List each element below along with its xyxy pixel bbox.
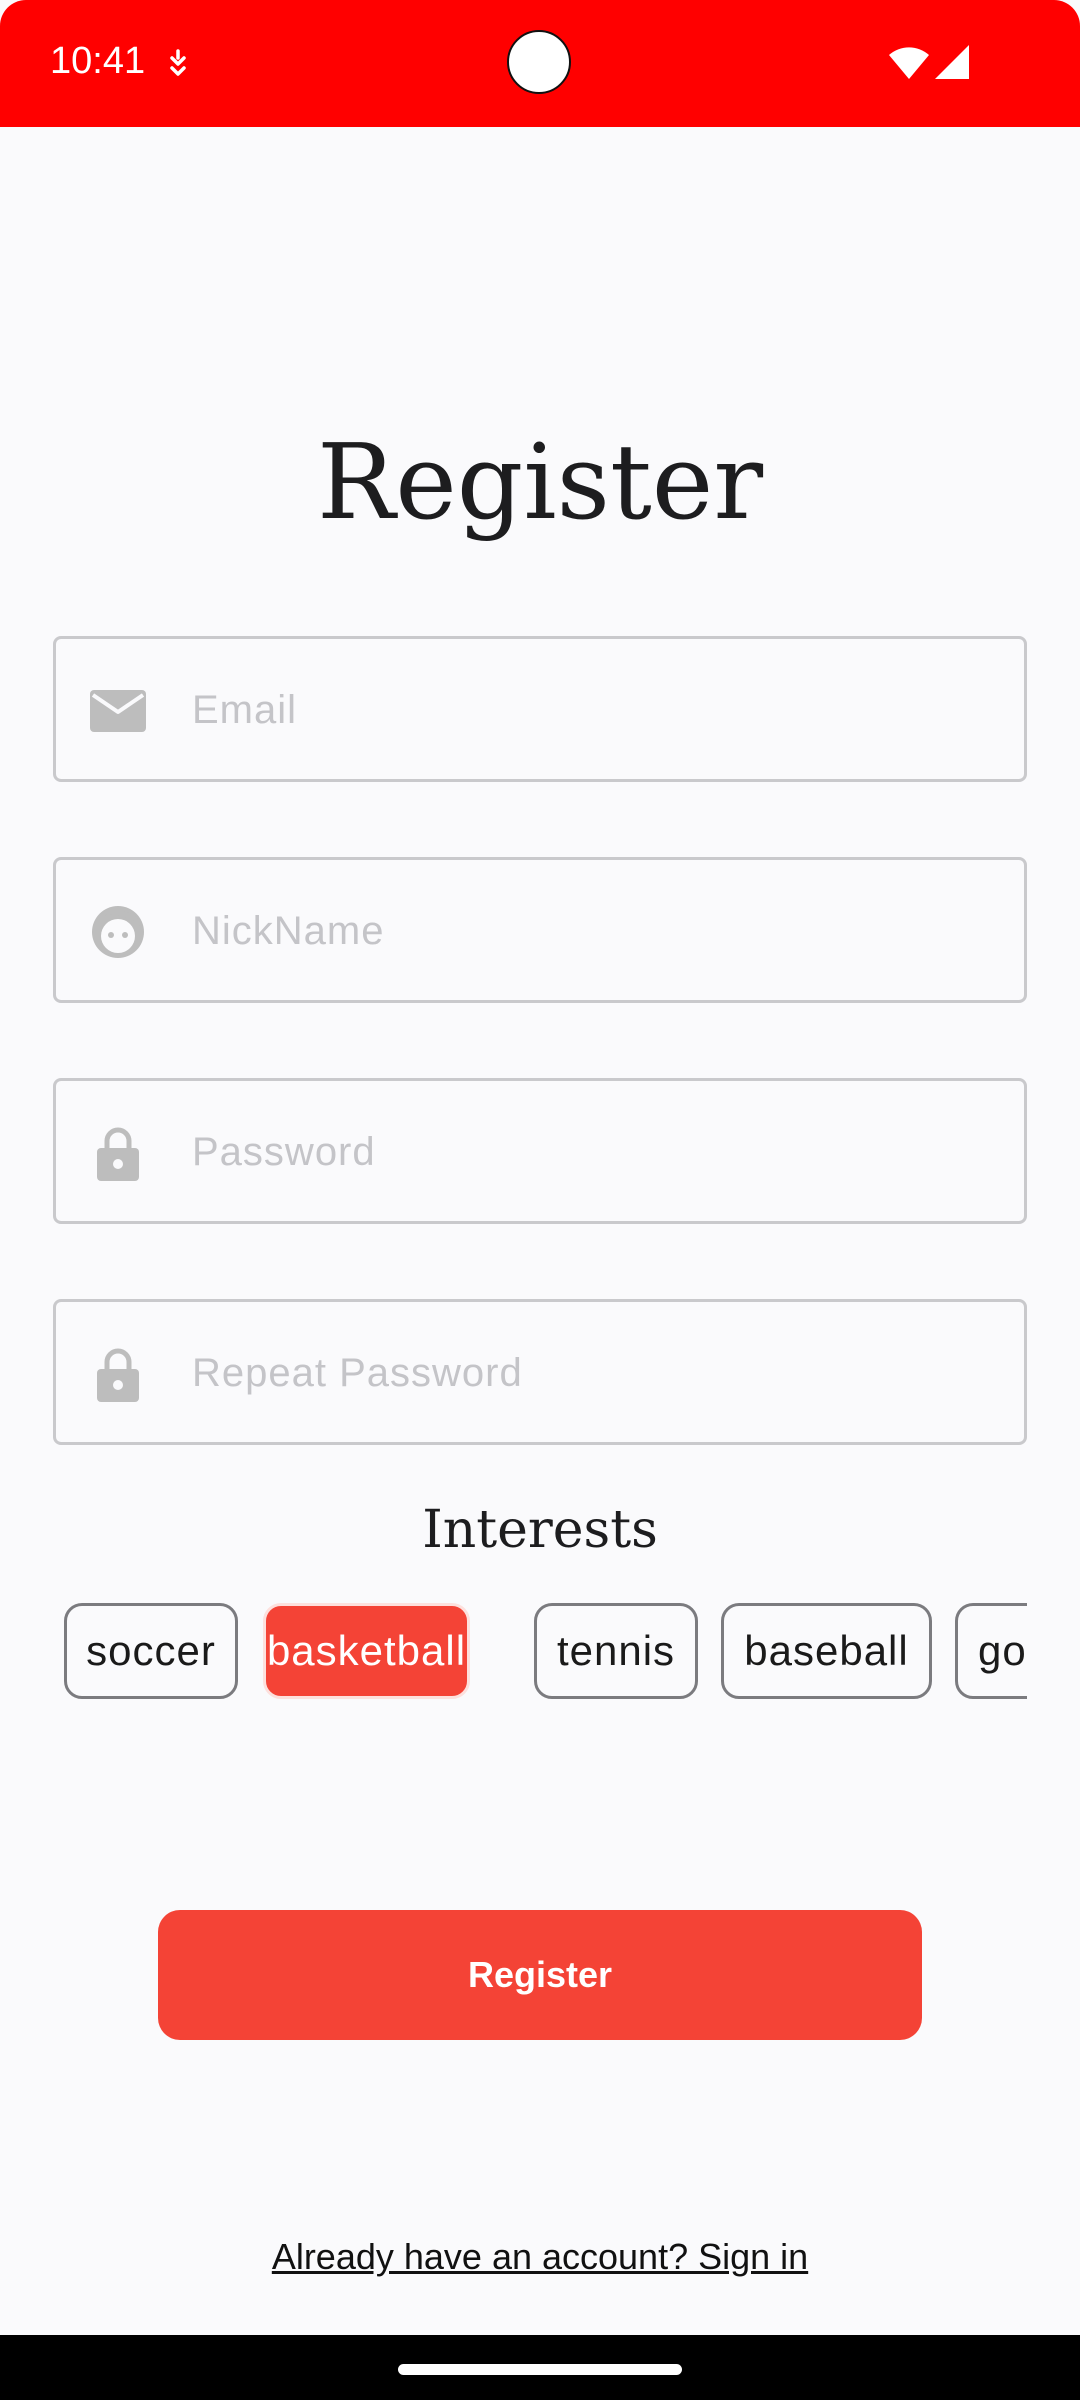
password-field[interactable] xyxy=(53,1078,1027,1224)
interest-chip-baseball[interactable]: baseball xyxy=(721,1603,932,1699)
notification-icon xyxy=(170,49,186,76)
repeat-password-field[interactable] xyxy=(53,1299,1027,1445)
register-screen: 10:41 Register Email NickName Interests … xyxy=(0,0,1080,2400)
interests-label: Interests xyxy=(422,1500,658,1560)
password-input[interactable] xyxy=(190,1081,994,1223)
camera-cutout xyxy=(507,30,571,94)
register-button[interactable]: Register xyxy=(158,1910,922,2040)
interest-chip-basketball[interactable]: basketball xyxy=(263,1603,470,1699)
interest-chip-soccer[interactable]: soccer xyxy=(64,1603,238,1699)
interest-chip-tennis[interactable]: tennis xyxy=(534,1603,698,1699)
email-field[interactable] xyxy=(53,636,1027,782)
nickname-input[interactable] xyxy=(190,860,994,1002)
interests-chip-list[interactable]: soccer basketball tennis baseball golf xyxy=(60,1603,1027,1703)
status-time: 10:41 xyxy=(50,40,146,82)
repeat-password-input[interactable] xyxy=(190,1302,994,1444)
signin-link[interactable]: Already have an account? Sign in xyxy=(0,2236,1080,2278)
email-icon xyxy=(90,690,146,732)
interest-chip-golf[interactable]: golf xyxy=(955,1603,1027,1699)
wifi-icon xyxy=(889,47,929,79)
home-indicator[interactable] xyxy=(398,2364,682,2375)
nickname-field[interactable] xyxy=(53,857,1027,1003)
email-input[interactable] xyxy=(190,639,994,781)
face-icon xyxy=(92,906,144,958)
page-title: Register xyxy=(316,421,764,543)
lock-icon xyxy=(97,1348,139,1402)
lock-icon xyxy=(97,1127,139,1181)
status-bar: 10:41 xyxy=(0,0,1080,127)
signal-icon xyxy=(935,45,969,79)
